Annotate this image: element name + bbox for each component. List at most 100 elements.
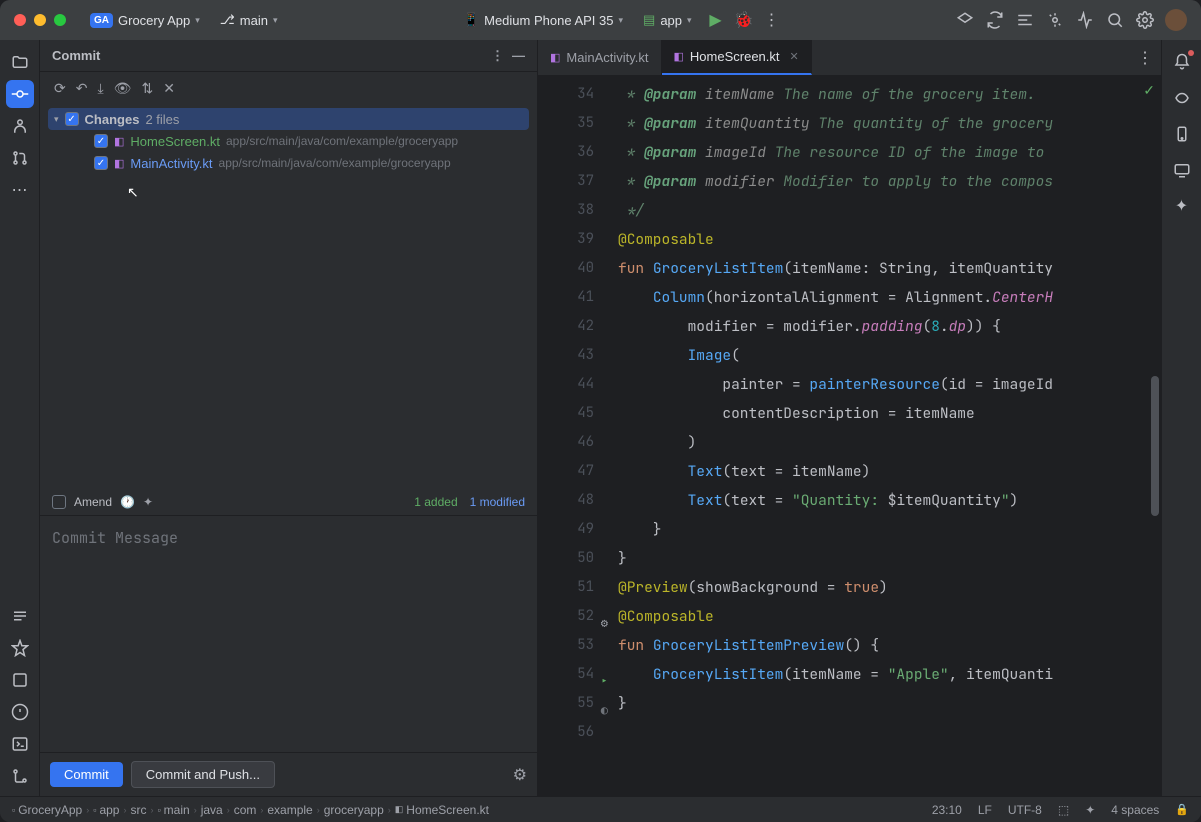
editor-body[interactable]: ✓ 34353637383940414243444546474849505152… <box>538 76 1161 796</box>
commit-toolbar: ⟳ ↶ ⤓ 👁 ⇅ ✕ <box>40 72 537 104</box>
stat-added: 1 added <box>414 495 457 509</box>
kotlin-file-icon: ◧ <box>114 135 124 148</box>
notification-dot-icon <box>1188 50 1194 56</box>
left-tool-rail: ⋯ <box>0 40 40 796</box>
indent-setting[interactable]: 4 spaces <box>1111 803 1159 817</box>
user-avatar[interactable] <box>1165 9 1187 31</box>
commit-buttons: Commit Commit and Push... ⚙ <box>40 753 537 796</box>
file-checkbox[interactable]: ✓ <box>94 134 108 148</box>
build-variants-button[interactable] <box>6 666 34 694</box>
vcs-tool-button[interactable] <box>6 112 34 140</box>
branch-name: main <box>240 13 268 28</box>
code-content[interactable]: * @param itemName The name of the grocer… <box>610 76 1161 796</box>
bookmarks-tool-button[interactable] <box>6 634 34 662</box>
panel-minimize-icon[interactable]: — <box>512 48 525 64</box>
commit-message-input[interactable]: Commit Message <box>40 515 537 753</box>
ai-status-icon[interactable]: ✦ <box>1085 803 1095 817</box>
ai-assistant-button[interactable]: ✦ <box>1168 192 1196 220</box>
commit-button[interactable]: Commit <box>50 762 123 787</box>
changes-tree: ▾ ✓ Changes 2 files ✓ ◧ HomeScreen.kt ap… <box>40 104 537 178</box>
tab-label: HomeScreen.kt <box>690 49 780 64</box>
settings-icon[interactable] <box>1135 10 1155 30</box>
more-tools-button[interactable]: ⋯ <box>6 176 34 204</box>
status-bar: ▫GroceryApp›▫app›src›▫main›java›com›exam… <box>0 796 1201 822</box>
run-config-selector[interactable]: ▤ app ▾ <box>637 8 698 32</box>
minimize-window-button[interactable] <box>34 14 46 26</box>
file-path: app/src/main/java/com/example/groceryapp <box>226 134 458 148</box>
rollback-icon[interactable]: ↶ <box>76 80 88 97</box>
panel-options-icon[interactable]: ⋮ <box>491 48 504 64</box>
android-icon: ▤ <box>643 12 655 28</box>
changes-checkbox[interactable]: ✓ <box>65 112 79 126</box>
gradle-tool-button[interactable] <box>1168 84 1196 112</box>
changes-root-row[interactable]: ▾ ✓ Changes 2 files <box>48 108 529 130</box>
sync-icon[interactable] <box>985 10 1005 30</box>
commit-tool-button[interactable] <box>6 80 34 108</box>
device-name: Medium Phone API 35 <box>484 13 613 28</box>
chevron-down-icon: ▾ <box>273 15 278 26</box>
tab-mainactivity[interactable]: ◧ MainActivity.kt <box>538 40 662 75</box>
panel-title: Commit <box>52 48 100 63</box>
inspection-ok-icon[interactable]: ✓ <box>1143 82 1155 99</box>
tab-label: MainActivity.kt <box>566 50 648 65</box>
lock-icon[interactable]: 🔒 <box>1175 803 1189 816</box>
debug-button[interactable]: 🐞 <box>734 10 754 30</box>
reader-mode-icon[interactable]: ⬚ <box>1058 803 1069 817</box>
line-separator[interactable]: LF <box>978 803 992 817</box>
amend-label: Amend <box>74 495 112 509</box>
kotlin-file-icon: ◧ <box>674 50 684 63</box>
activity-icon[interactable] <box>1075 10 1095 30</box>
notifications-button[interactable] <box>1168 48 1196 76</box>
commit-message-placeholder: Commit Message <box>52 528 525 548</box>
search-icon[interactable] <box>1105 10 1125 30</box>
maximize-window-button[interactable] <box>54 14 66 26</box>
file-name: MainActivity.kt <box>130 156 212 171</box>
refresh-icon[interactable]: ⟳ <box>54 80 66 97</box>
file-row[interactable]: ✓ ◧ MainActivity.kt app/src/main/java/co… <box>48 152 529 174</box>
project-tool-button[interactable] <box>6 48 34 76</box>
pull-requests-button[interactable] <box>6 144 34 172</box>
problems-tool-button[interactable] <box>6 698 34 726</box>
traffic-lights <box>14 14 66 26</box>
amend-checkbox[interactable] <box>52 495 66 509</box>
group-by-icon[interactable]: ⇅ <box>141 80 153 97</box>
ai-icon[interactable]: ✦ <box>143 495 153 509</box>
tabs-menu-icon[interactable]: ⋮ <box>1137 48 1153 68</box>
file-row[interactable]: ✓ ◧ HomeScreen.kt app/src/main/java/com/… <box>48 130 529 152</box>
branch-selector[interactable]: ⎇ main ▾ <box>214 8 284 32</box>
code-with-me-icon[interactable] <box>955 10 975 30</box>
structure-tool-button[interactable] <box>6 602 34 630</box>
project-selector[interactable]: GA Grocery App ▾ <box>84 9 206 32</box>
expand-icon[interactable]: ✕ <box>163 80 175 97</box>
indent-icon[interactable] <box>1015 10 1035 30</box>
branch-icon: ⎇ <box>220 12 235 28</box>
device-manager-button[interactable] <box>1168 120 1196 148</box>
build-icon[interactable] <box>1045 10 1065 30</box>
commit-settings-icon[interactable]: ⚙ <box>513 765 527 785</box>
shelf-icon[interactable]: ⤓ <box>97 80 103 97</box>
stat-modified: 1 modified <box>470 495 525 509</box>
tab-homescreen[interactable]: ◧ HomeScreen.kt ✕ <box>662 40 812 75</box>
git-tool-button[interactable] <box>6 762 34 790</box>
close-tab-icon[interactable]: ✕ <box>790 50 799 63</box>
file-checkbox[interactable]: ✓ <box>94 156 108 170</box>
breadcrumb[interactable]: ▫GroceryApp›▫app›src›▫main›java›com›exam… <box>12 803 489 817</box>
chevron-down-icon: ▾ <box>195 15 200 26</box>
show-diff-icon[interactable]: 👁 <box>114 80 132 97</box>
app-badge: GA <box>90 13 113 28</box>
commit-push-button[interactable]: Commit and Push... <box>131 761 275 788</box>
scrollbar-thumb[interactable] <box>1151 376 1159 516</box>
right-tool-rail: ✦ <box>1161 40 1201 796</box>
run-button[interactable]: ▶ <box>706 10 726 30</box>
history-icon[interactable]: 🕐 <box>120 495 135 509</box>
close-window-button[interactable] <box>14 14 26 26</box>
running-devices-button[interactable] <box>1168 156 1196 184</box>
more-actions-button[interactable]: ⋮ <box>762 10 782 30</box>
encoding[interactable]: UTF-8 <box>1008 803 1042 817</box>
terminal-tool-button[interactable] <box>6 730 34 758</box>
device-selector[interactable]: 📱 Medium Phone API 35 ▾ <box>457 8 629 32</box>
cursor-position[interactable]: 23:10 <box>932 803 962 817</box>
commit-panel: Commit ⋮ — ⟳ ↶ ⤓ 👁 ⇅ ✕ ▾ ✓ Changes 2 <box>40 40 538 796</box>
chevron-down-icon[interactable]: ▾ <box>54 114 59 125</box>
file-path: app/src/main/java/com/example/groceryapp <box>219 156 451 170</box>
